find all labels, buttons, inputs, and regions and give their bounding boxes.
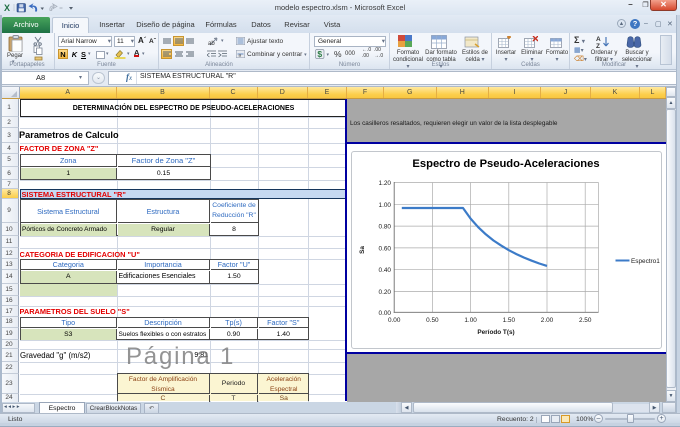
svg-text:0.80: 0.80 [378,223,391,230]
svg-text:Espectro de Pseudo-Aceleracion: Espectro de Pseudo-Aceleraciones [412,158,599,170]
svg-text:0.60: 0.60 [378,245,391,252]
svg-text:0.50: 0.50 [426,317,439,324]
svg-text:Espectro1: Espectro1 [631,258,660,265]
svg-text:0.40: 0.40 [378,267,391,274]
svg-text:1.00: 1.00 [378,201,391,208]
svg-text:0.20: 0.20 [378,289,391,296]
svg-text:1.20: 1.20 [378,180,391,187]
svg-text:2.50: 2.50 [578,317,591,324]
svg-text:0.00: 0.00 [378,309,391,316]
svg-text:1.00: 1.00 [464,317,477,324]
svg-text:Período T(s): Período T(s) [477,329,514,336]
svg-text:$: $ [317,49,322,59]
svg-text:A: A [596,36,601,43]
svg-text:ab: ab [208,41,215,46]
svg-text:Sa: Sa [359,245,366,253]
svg-text:Z: Z [596,43,600,49]
svg-text:0.00: 0.00 [387,317,400,324]
svg-text:1.50: 1.50 [502,317,515,324]
svg-text:2.00: 2.00 [540,317,553,324]
